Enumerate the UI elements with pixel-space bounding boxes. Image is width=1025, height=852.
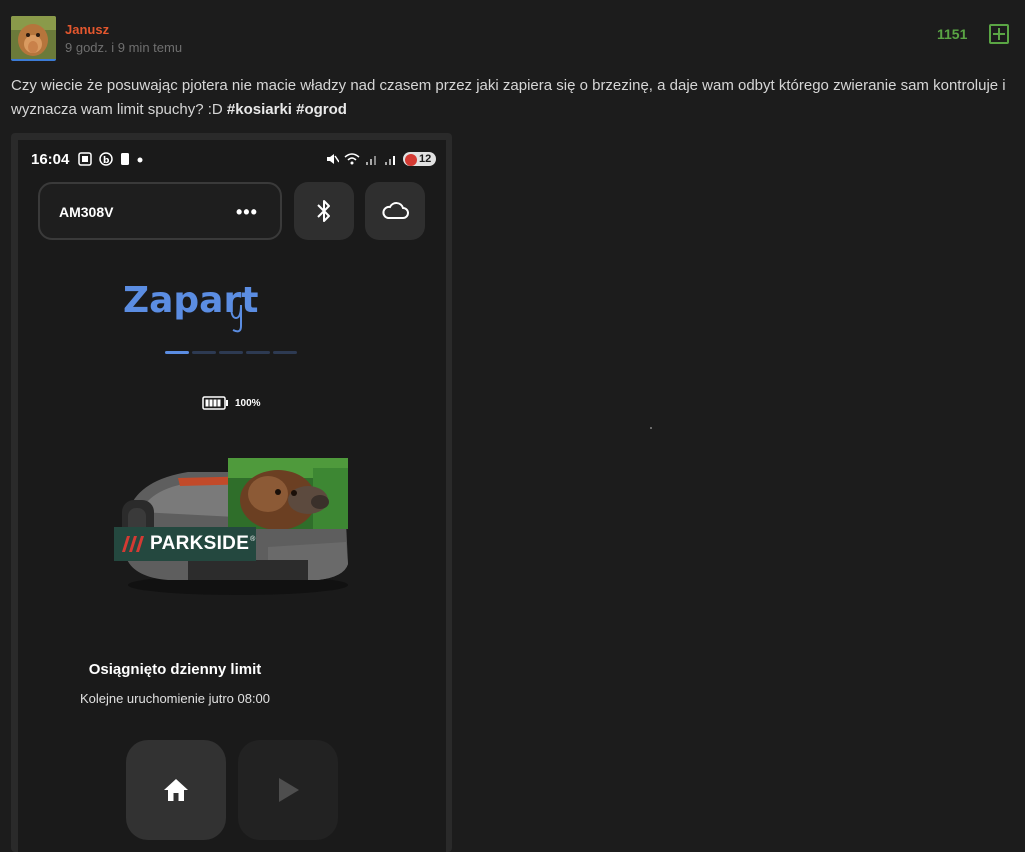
battery-low-icon [405, 154, 417, 166]
more-options-icon[interactable]: ••• [236, 202, 258, 223]
status-left-icons: b [78, 151, 143, 167]
plus-icon [993, 28, 1005, 40]
play-icon [279, 778, 299, 802]
signal-icon-2 [385, 156, 395, 165]
bluetooth-icon [317, 200, 330, 222]
bluetooth-button[interactable] [294, 182, 354, 240]
status-right-icons: 12 [325, 150, 437, 168]
phone-screenshot: 16:04 b 12 AM308V ••• Zapart 100% PARKSI… [18, 140, 446, 852]
progress-segment [273, 351, 297, 354]
progress-segment [165, 351, 189, 354]
notification-badge: 12 [403, 152, 437, 166]
parkside-logo: PARKSIDE ® [114, 527, 256, 561]
battery-icon [202, 396, 228, 410]
parkside-stripes-icon [122, 536, 144, 552]
post-page: Janusz 9 godz. i 9 min temu 1151 Czy wie… [0, 0, 1025, 852]
status-time: 16:04 [31, 151, 70, 168]
post-timestamp: 9 godz. i 9 min temu [65, 40, 183, 55]
device-name: AM308V [59, 204, 114, 220]
background-speck [650, 427, 652, 429]
state-scribble-letter [230, 304, 242, 333]
vote-count: 1151 [937, 26, 968, 42]
cloud-button[interactable] [365, 182, 425, 240]
post-body: Czy wiecie że posuwając pjotera nie maci… [11, 74, 1016, 122]
dot-icon [137, 157, 143, 163]
parkside-registered-mark: ® [250, 535, 256, 543]
device-selector[interactable]: AM308V ••• [38, 182, 282, 240]
tag-link-ogrod[interactable]: #ogrod [296, 101, 347, 118]
sim-card-icon [121, 153, 129, 165]
battery-percent: 100% [235, 397, 261, 409]
notification-count: 12 [419, 153, 432, 165]
upvote-button[interactable] [989, 24, 1009, 44]
progress-segment [219, 351, 243, 354]
post-text-content: Czy wiecie że posuwając pjotera nie maci… [11, 77, 1006, 118]
progress-segment [246, 351, 270, 354]
b-app-icon: b [99, 152, 113, 166]
user-avatar[interactable] [11, 16, 56, 61]
mute-icon [327, 154, 339, 164]
home-button[interactable] [126, 740, 226, 840]
parkside-label: PARKSIDE [150, 533, 250, 554]
signal-icon-1 [366, 156, 376, 165]
state-progress [165, 351, 297, 354]
monkey-avatar-image [11, 16, 56, 59]
author-username[interactable]: Janusz [65, 22, 109, 37]
screenshot-icon [78, 152, 92, 166]
limit-title: Osiągnięto dzienny limit [88, 661, 262, 678]
wifi-icon [344, 153, 360, 165]
play-button[interactable] [238, 740, 338, 840]
monkey-image [228, 458, 348, 529]
svg-text:b: b [103, 156, 110, 166]
battery-indicator: 100% [202, 396, 261, 410]
status-bar: 16:04 b 12 [18, 140, 446, 178]
home-icon [164, 779, 188, 801]
limit-subtitle: Kolejne uruchomienie jutro 08:00 [79, 691, 271, 706]
cloud-icon [382, 202, 409, 219]
monkey-photo [228, 458, 348, 529]
progress-segment [192, 351, 216, 354]
tag-link-kosiarki[interactable]: #kosiarki [227, 101, 292, 118]
